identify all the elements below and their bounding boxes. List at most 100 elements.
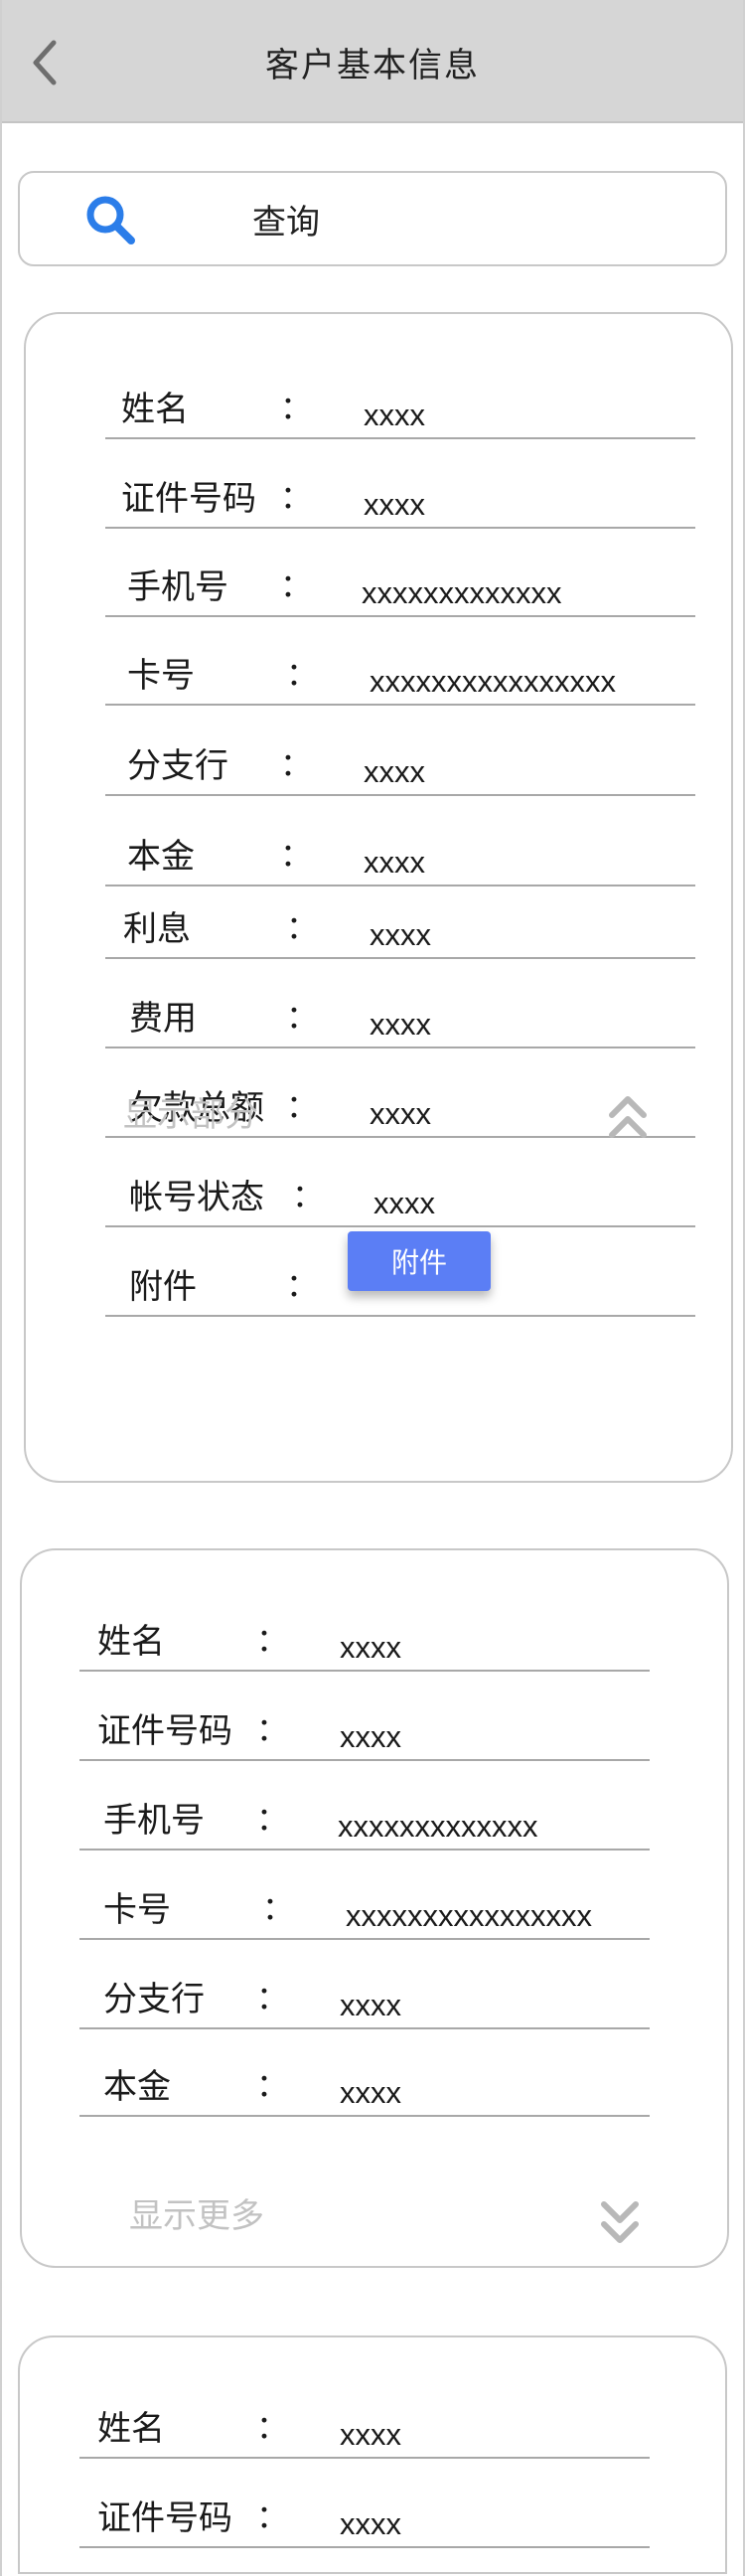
row-divider: [79, 2115, 650, 2117]
field-row: 费用 ： xxxx: [26, 989, 731, 1048]
search-icon: [86, 196, 135, 244]
field-label: 手机号: [127, 567, 228, 607]
show-more-toggle[interactable]: 显示更多: [129, 2188, 264, 2237]
row-divider: [105, 1315, 695, 1317]
field-colon: ：: [256, 2408, 289, 2446]
field-colon: ：: [256, 1621, 289, 1659]
field-value: xxxx: [340, 2417, 401, 2452]
field-label: 姓名: [97, 2409, 165, 2449]
field-value: xxxx: [373, 1186, 435, 1220]
field-label: 证件号码: [121, 479, 256, 519]
field-value: xxxxxxxxxxxxx: [362, 575, 562, 610]
field-row: 帐号状态 ： xxxx: [26, 1168, 731, 1227]
field-colon: ：: [280, 745, 313, 783]
field-row: 证件号码 ： xxxx: [26, 469, 731, 529]
field-value: xxxx: [370, 1096, 431, 1131]
field-colon: ：: [286, 998, 319, 1036]
row-divider: [105, 885, 695, 886]
field-value: xxxx: [370, 917, 431, 952]
row-divider: [105, 1136, 695, 1138]
field-row: 利息 ： xxxx: [26, 899, 731, 959]
field-label: 附件: [129, 1267, 197, 1307]
field-colon: ：: [280, 836, 313, 874]
row-divider: [105, 527, 695, 529]
field-row: 姓名 ： xxxx: [22, 1612, 727, 1672]
field-row: 本金 ： xxxx: [26, 827, 731, 886]
field-row: 卡号 ： xxxxxxxxxxxxxxxx: [26, 646, 731, 706]
field-label: 卡号: [103, 1890, 171, 1930]
field-colon: ：: [292, 1177, 325, 1214]
field-label: 帐号状态: [129, 1178, 264, 1217]
field-label: 证件号码: [97, 1711, 232, 1751]
field-colon: ：: [256, 1979, 289, 2016]
page-title: 客户基本信息: [265, 45, 480, 85]
search-bar[interactable]: 查询: [18, 171, 727, 266]
field-label: 本金: [127, 837, 195, 877]
field-row: 姓名 ： xxxx: [20, 2399, 725, 2459]
field-value: xxxx: [340, 1719, 401, 1754]
show-less-toggle[interactable]: 显示部分: [123, 1087, 258, 1136]
row-divider: [105, 1046, 695, 1048]
row-divider: [105, 1225, 695, 1227]
field-row: 卡号 ： xxxxxxxxxxxxxxxx: [22, 1880, 727, 1940]
field-value: xxxxxxxxxxxxxxxx: [346, 1898, 592, 1933]
field-colon: ：: [286, 908, 319, 946]
field-colon: ：: [256, 2066, 289, 2104]
field-colon: ：: [286, 655, 319, 693]
double-chevron-down-icon[interactable]: [600, 2198, 640, 2246]
field-colon: ：: [262, 1889, 295, 1927]
field-label: 分支行: [127, 746, 228, 786]
field-row: 证件号码 ： xxxx: [22, 1701, 727, 1761]
field-colon: ：: [286, 1266, 319, 1304]
field-value: xxxx: [364, 845, 425, 880]
row-divider: [79, 1759, 650, 1761]
row-divider: [105, 957, 695, 959]
field-row: 本金 ： xxxx: [22, 2057, 727, 2117]
field-label: 手机号: [103, 1801, 205, 1841]
field-colon: ：: [280, 478, 313, 516]
field-colon: ：: [286, 1087, 319, 1125]
row-divider: [79, 2546, 650, 2548]
row-divider: [79, 2027, 650, 2029]
row-divider: [105, 704, 695, 706]
field-colon: ：: [256, 1710, 289, 1748]
field-value: xxxx: [364, 398, 425, 432]
app-header: 客户基本信息: [0, 0, 745, 123]
field-colon: ：: [256, 2497, 289, 2535]
field-label: 本金: [103, 2067, 171, 2107]
field-label: 证件号码: [97, 2498, 232, 2538]
field-row: 手机号 ： xxxxxxxxxxxxx: [26, 558, 731, 617]
row-divider: [79, 1670, 650, 1672]
field-colon: ：: [280, 566, 313, 604]
field-row: 分支行 ： xxxx: [22, 1970, 727, 2029]
field-value: xxxxxxxxxxxxx: [338, 1809, 538, 1844]
field-row: 分支行 ： xxxx: [26, 736, 731, 796]
field-label: 姓名: [97, 1622, 165, 1662]
field-label: 费用: [129, 999, 197, 1039]
row-divider: [105, 615, 695, 617]
field-value: xxxx: [340, 1630, 401, 1665]
row-divider: [79, 1938, 650, 1940]
field-value: xxxxxxxxxxxxxxxx: [370, 664, 616, 699]
field-label: 利息: [123, 909, 191, 949]
double-chevron-up-icon[interactable]: [608, 1093, 648, 1141]
customer-card: 姓名 ： xxxx 证件号码 ： xxxx 手机号 ： xxxxxxxxxxxxx 卡号 ： xxxx…: [24, 312, 733, 1483]
customer-card: 姓名 ： xxxx 证件号码 ： xxxx: [18, 2335, 727, 2574]
field-value: xxxx: [364, 754, 425, 789]
field-row: 手机号 ： xxxxxxxxxxxxx: [22, 1791, 727, 1851]
field-row: 附件 ： 附件: [26, 1231, 731, 1317]
row-divider: [79, 2457, 650, 2459]
customer-card: 姓名 ： xxxx 证件号码 ： xxxx 手机号 ： xxxxxxxxxxxxx 卡号 ： xxxx…: [20, 1548, 729, 2268]
field-row: 姓名 ： xxxx: [26, 380, 731, 439]
row-divider: [79, 1849, 650, 1851]
attachment-button[interactable]: 附件: [348, 1231, 491, 1291]
field-row: 证件号码 ： xxxx: [20, 2489, 725, 2548]
field-value: xxxx: [370, 1007, 431, 1042]
field-label: 卡号: [127, 656, 195, 696]
field-colon: ：: [256, 1800, 289, 1838]
field-colon: ：: [280, 389, 313, 426]
row-divider: [105, 794, 695, 796]
search-label: 查询: [252, 202, 320, 242]
field-value: xxxx: [340, 2506, 401, 2541]
field-value: xxxx: [364, 487, 425, 522]
